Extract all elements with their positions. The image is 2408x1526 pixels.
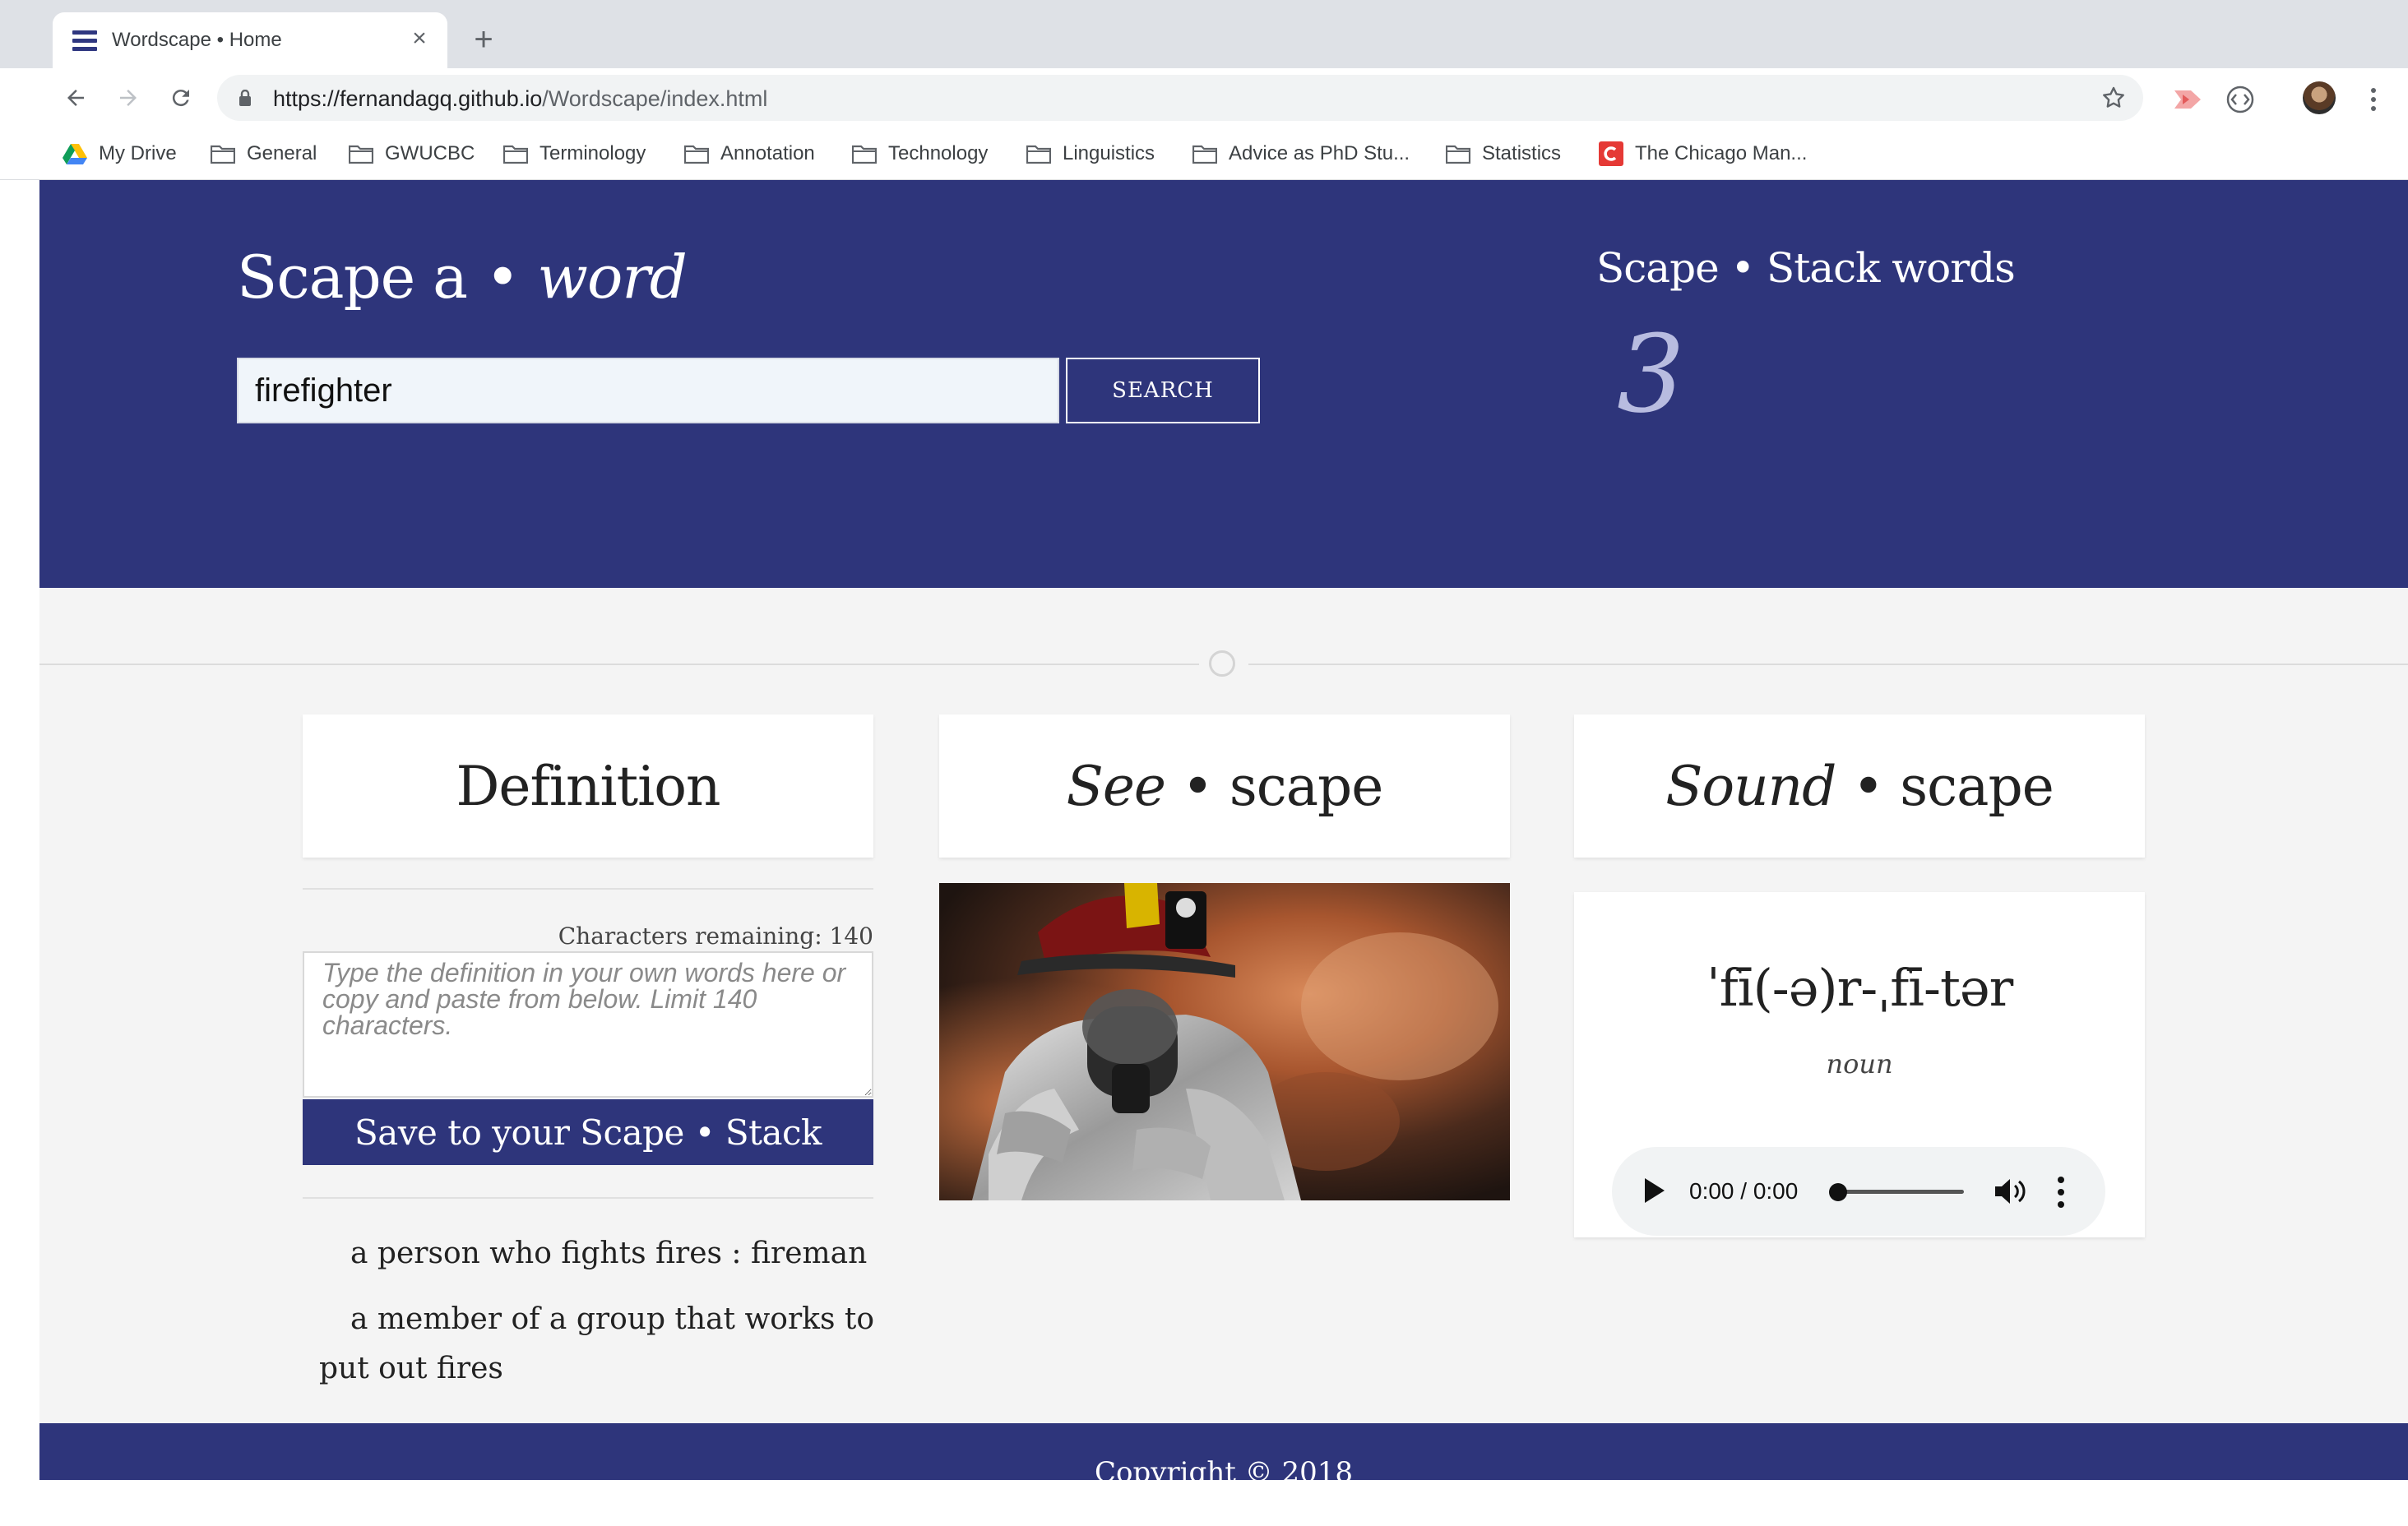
- bookmark-label: The Chicago Man...: [1635, 142, 1808, 164]
- copyright-text: Copyright © 2018: [1094, 1456, 1354, 1480]
- bookmark-statistics[interactable]: Statistics: [1446, 139, 1561, 169]
- divider-circle-icon: [1209, 650, 1235, 677]
- see-heading-rest: scape: [1229, 754, 1383, 818]
- section-divider-right: [1248, 664, 2408, 665]
- folder-icon: [1192, 145, 1217, 164]
- address-bar[interactable]: https://fernandagq.github.io/Wordscape/i…: [217, 75, 2143, 121]
- bookmark-label: GWUCBC: [385, 142, 475, 164]
- title-word: word: [537, 243, 687, 312]
- bookmark-advice-phd[interactable]: Advice as PhD Stu...: [1192, 139, 1410, 169]
- bookmark-general[interactable]: General: [211, 139, 317, 169]
- new-tab-icon[interactable]: +: [467, 23, 500, 56]
- definition-rule-bottom: [303, 1197, 873, 1199]
- definition-list: a person who fights fires : fireman a me…: [319, 1229, 895, 1410]
- definition-heading-card: Definition: [303, 714, 873, 858]
- folder-icon: [1446, 145, 1470, 164]
- bookmark-star-icon[interactable]: [2100, 85, 2127, 111]
- bookmark-technology[interactable]: Technology: [852, 139, 988, 169]
- bookmark-label: Advice as PhD Stu...: [1229, 142, 1410, 164]
- url-text: https://fernandagq.github.io/Wordscape/i…: [273, 86, 767, 112]
- reload-icon[interactable]: [163, 80, 199, 116]
- bookmark-gwucbc[interactable]: GWUCBC: [349, 139, 475, 169]
- folder-icon: [684, 145, 709, 164]
- audio-player: 0:00 / 0:00: [1612, 1147, 2105, 1236]
- hamburger-favicon-icon: [72, 30, 97, 52]
- definition-heading: Definition: [456, 754, 721, 818]
- bookmark-chicago-manual[interactable]: The Chicago Man...: [1599, 139, 1807, 169]
- definition-textarea[interactable]: [303, 951, 873, 1098]
- section-divider-left: [39, 664, 1199, 665]
- bookmark-label: Annotation: [720, 142, 815, 164]
- cast-extension-icon[interactable]: [2171, 83, 2204, 116]
- search-button[interactable]: SEARCH: [1066, 358, 1260, 423]
- play-icon[interactable]: [1645, 1178, 1665, 1203]
- definition-entry: a person who fights fires : fireman: [350, 1237, 868, 1270]
- url-host: https://fernandagq.github.io: [273, 86, 543, 111]
- see-heading-em: See: [1066, 754, 1166, 818]
- part-of-speech: noun: [1826, 1048, 1893, 1080]
- wordscape-page: Scape a • word SEARCH Scape • Stack word…: [39, 180, 2408, 1480]
- folder-icon: [503, 145, 528, 164]
- browser-tab-strip: Wordscape • Home × +: [0, 0, 2408, 68]
- bookmark-label: Linguistics: [1063, 142, 1155, 164]
- page-title: Scape a • word: [237, 243, 688, 312]
- forward-arrow-icon[interactable]: [110, 80, 146, 116]
- page-footer: Copyright © 2018: [39, 1423, 2408, 1480]
- bookmark-my-drive[interactable]: My Drive: [63, 139, 177, 169]
- definition-rule-top: [303, 888, 873, 890]
- definition-entry: a member of a group that works to put ou…: [319, 1302, 875, 1385]
- word-search-input[interactable]: [237, 358, 1059, 423]
- folder-icon: [852, 145, 877, 164]
- bookmark-label: Technology: [888, 142, 989, 164]
- bookmark-terminology[interactable]: Terminology: [503, 139, 646, 169]
- bookmark-label: General: [247, 142, 317, 164]
- sound-heading-em: Sound: [1665, 754, 1836, 818]
- google-drive-icon: [63, 144, 87, 164]
- browser-toolbar: https://fernandagq.github.io/Wordscape/i…: [0, 68, 2408, 127]
- folder-icon: [211, 145, 235, 164]
- bookmark-label: Statistics: [1482, 142, 1562, 164]
- title-main: Scape a: [237, 243, 468, 312]
- pronunciation-text: ˈfī(-ə)r-ˌfī-tər: [1706, 958, 2013, 1018]
- bookmark-label: Terminology: [539, 142, 646, 164]
- chicago-manual-icon: [1599, 141, 1623, 166]
- audio-time: 0:00 / 0:00: [1689, 1178, 1799, 1204]
- stack-words-title: Scape • Stack words: [1596, 244, 2016, 292]
- stack-words-count: 3: [1617, 312, 1685, 437]
- folder-icon: [349, 145, 373, 164]
- browser-menu-icon[interactable]: [2357, 83, 2390, 116]
- volume-icon[interactable]: [1994, 1177, 2030, 1206]
- folder-icon: [1026, 145, 1051, 164]
- bookmark-linguistics[interactable]: Linguistics: [1026, 139, 1155, 169]
- audio-seek-slider[interactable]: [1834, 1190, 1964, 1194]
- sound-heading-rest: scape: [1900, 754, 2054, 818]
- audio-seek-thumb[interactable]: [1829, 1183, 1847, 1201]
- code-extension-icon[interactable]: [2224, 83, 2257, 116]
- audio-more-options-icon[interactable]: [2056, 1177, 2066, 1208]
- close-tab-icon[interactable]: ×: [406, 25, 433, 52]
- save-to-stack-button[interactable]: Save to your Scape • Stack: [303, 1099, 873, 1165]
- sound-scape-heading-card: Sound • scape: [1574, 714, 2145, 858]
- lock-icon: [239, 90, 251, 106]
- bookmarks-bar: My Drive General GWUCBC Terminology Anno…: [0, 127, 2408, 180]
- bookmark-label: My Drive: [99, 142, 177, 164]
- characters-remaining: Characters remaining: 140: [558, 923, 873, 950]
- url-path: /Wordscape/index.html: [542, 86, 768, 111]
- profile-avatar[interactable]: [2303, 81, 2336, 114]
- firefighter-image: [939, 883, 1510, 1200]
- browser-tab[interactable]: Wordscape • Home ×: [53, 12, 447, 68]
- hero-banner: Scape a • word SEARCH Scape • Stack word…: [39, 180, 2408, 588]
- see-scape-heading-card: See • scape: [939, 714, 1510, 858]
- back-arrow-icon[interactable]: [58, 80, 94, 116]
- bookmark-annotation[interactable]: Annotation: [684, 139, 815, 169]
- pronunciation-card: ˈfī(-ə)r-ˌfī-tər noun 0:00 / 0:00: [1574, 892, 2145, 1237]
- tab-title: Wordscape • Home: [112, 29, 282, 51]
